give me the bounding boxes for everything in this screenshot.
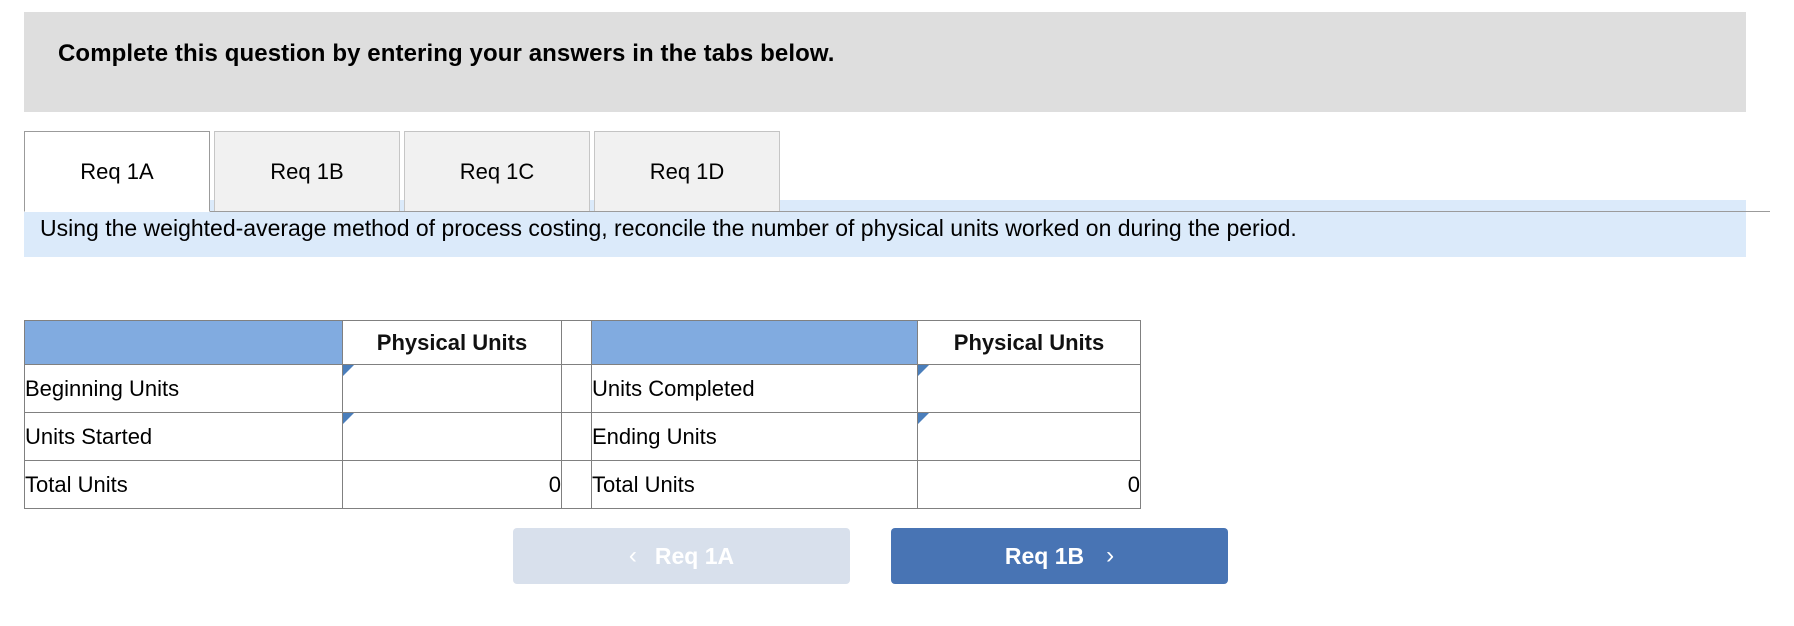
next-requirement-label: Req 1B	[1004, 542, 1085, 569]
input-value[interactable]	[343, 413, 561, 460]
requirement-navigation: ‹ Req 1A Req 1B ›	[0, 528, 1794, 598]
tab-label: Req 1B	[270, 158, 344, 184]
next-requirement-button[interactable]: Req 1B ›	[891, 528, 1228, 584]
banner-text: Complete this question by entering your …	[58, 40, 835, 67]
requirement-instruction-text: Using the weighted-average method of pro…	[40, 215, 1297, 241]
input-units-started[interactable]	[342, 412, 562, 461]
table-row: Total Units 0 Total Units 0	[24, 460, 1141, 509]
row-label-units-started: Units Started	[24, 412, 343, 461]
row-label-beginning-units: Beginning Units	[24, 364, 343, 413]
prev-requirement-button[interactable]: ‹ Req 1A	[513, 528, 850, 584]
row-spacer	[561, 460, 592, 509]
instruction-banner: Complete this question by entering your …	[24, 12, 1746, 112]
input-units-completed[interactable]	[917, 364, 1141, 413]
input-value[interactable]	[343, 365, 561, 412]
total-units-left-value: 0	[342, 460, 562, 509]
tab-req-1b[interactable]: Req 1B	[214, 131, 400, 212]
input-ending-units[interactable]	[917, 412, 1141, 461]
row-spacer	[561, 412, 592, 461]
right-header-physical-units: Physical Units	[917, 320, 1141, 365]
row-label-total-units-right: Total Units	[591, 460, 918, 509]
input-value[interactable]	[918, 365, 1140, 412]
row-spacer	[561, 364, 592, 413]
chevron-right-icon: ›	[1106, 542, 1115, 569]
question-panel: Complete this question by entering your …	[0, 0, 1794, 626]
tab-label: Req 1C	[459, 158, 535, 184]
reconciliation-worksheet: Physical Units Physical Units Beginning …	[24, 320, 1141, 509]
left-header-label	[24, 320, 343, 365]
input-beginning-units[interactable]	[342, 364, 562, 413]
tab-label: Req 1D	[649, 158, 725, 184]
right-header-label	[591, 320, 918, 365]
total-units-right-value: 0	[917, 460, 1141, 509]
table-header-row: Physical Units Physical Units	[24, 320, 1141, 365]
chevron-left-icon: ‹	[628, 542, 637, 569]
input-value[interactable]	[918, 413, 1140, 460]
left-header-physical-units: Physical Units	[342, 320, 562, 365]
tab-req-1d[interactable]: Req 1D	[594, 131, 780, 212]
prev-requirement-label: Req 1A	[654, 542, 735, 569]
row-label-units-completed: Units Completed	[591, 364, 918, 413]
table-row: Units Started Ending Units	[24, 412, 1141, 461]
row-label-total-units-left: Total Units	[24, 460, 343, 509]
tab-label: Req 1A	[80, 158, 154, 184]
tab-req-1c[interactable]: Req 1C	[404, 131, 590, 212]
tab-underline	[24, 211, 1770, 212]
table-row: Beginning Units Units Completed	[24, 364, 1141, 413]
header-spacer	[561, 320, 592, 365]
row-label-ending-units: Ending Units	[591, 412, 918, 461]
tab-req-1a[interactable]: Req 1A	[24, 131, 210, 212]
